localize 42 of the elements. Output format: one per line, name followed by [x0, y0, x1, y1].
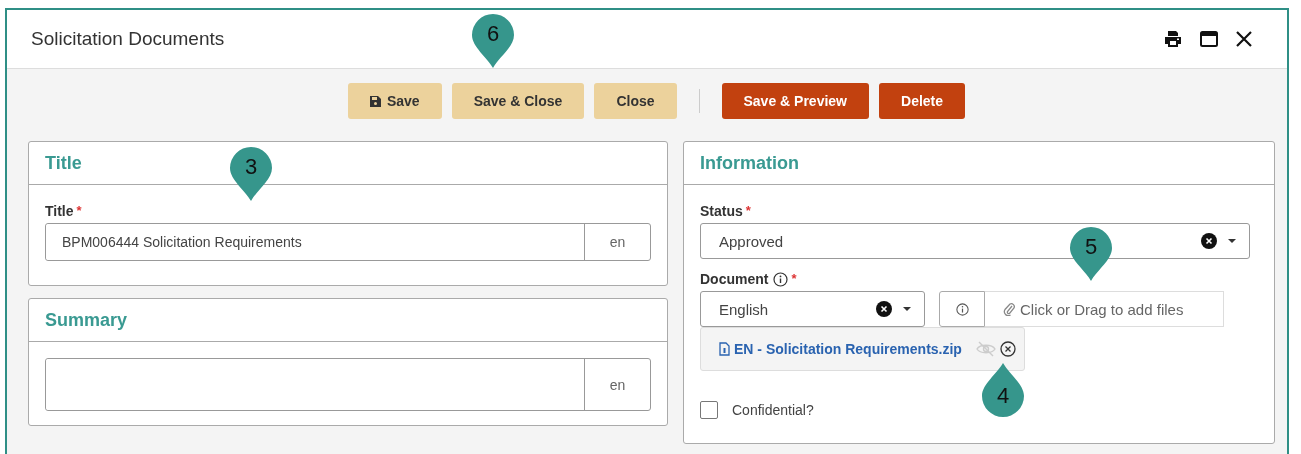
language-addon: en	[584, 224, 650, 260]
confidential-checkbox[interactable]	[700, 401, 718, 419]
toolbar-button[interactable]: Save	[347, 83, 442, 119]
remove-icon[interactable]	[999, 341, 1016, 357]
required-mark: *	[791, 271, 797, 286]
summary-input[interactable]: en	[45, 358, 651, 411]
file-link[interactable]: EN - Solicitation Requirements.zip	[734, 341, 962, 357]
info-icon[interactable]	[773, 271, 789, 287]
panel-heading: Title	[45, 152, 82, 174]
callout-pin: 4	[980, 362, 1026, 418]
file-icon	[719, 342, 730, 356]
file-drop-zone[interactable]: Click or Drag to add files	[985, 291, 1224, 327]
field-label: Document	[700, 271, 769, 287]
window-title: Solicitation Documents	[31, 28, 225, 50]
language-addon: en	[584, 359, 650, 410]
toolbar-button[interactable]: Save & Close	[451, 83, 585, 119]
title-input[interactable]: BPM006444 Solicitation Requirements en	[45, 223, 651, 261]
caret-icon	[902, 306, 912, 312]
language-select[interactable]: English	[700, 291, 925, 327]
field-label: Title	[45, 203, 74, 219]
toolbar-button[interactable]: Save & Preview	[721, 83, 869, 119]
maximize-icon[interactable]	[1199, 29, 1219, 49]
required-mark: *	[76, 203, 82, 218]
clear-icon[interactable]	[1201, 233, 1217, 249]
save-icon	[369, 95, 381, 107]
panel-heading: Information	[700, 152, 799, 174]
panel-heading: Summary	[45, 309, 128, 331]
info-button[interactable]	[939, 291, 985, 327]
toolbar-button[interactable]: Delete	[879, 83, 966, 119]
clear-icon[interactable]	[876, 301, 892, 317]
checkbox-label: Confidential?	[732, 402, 814, 418]
caret-icon	[1227, 238, 1237, 244]
required-mark: *	[745, 203, 751, 218]
field-label: Status	[700, 203, 743, 219]
paperclip-icon	[1003, 302, 1015, 316]
callout-pin: 3	[228, 146, 274, 202]
callout-pin: 6	[470, 13, 516, 69]
close-icon[interactable]	[1235, 30, 1253, 48]
toolbar-button[interactable]: Close	[594, 83, 677, 119]
callout-pin: 5	[1068, 226, 1114, 282]
print-icon[interactable]	[1163, 29, 1183, 49]
info-icon	[955, 302, 969, 316]
